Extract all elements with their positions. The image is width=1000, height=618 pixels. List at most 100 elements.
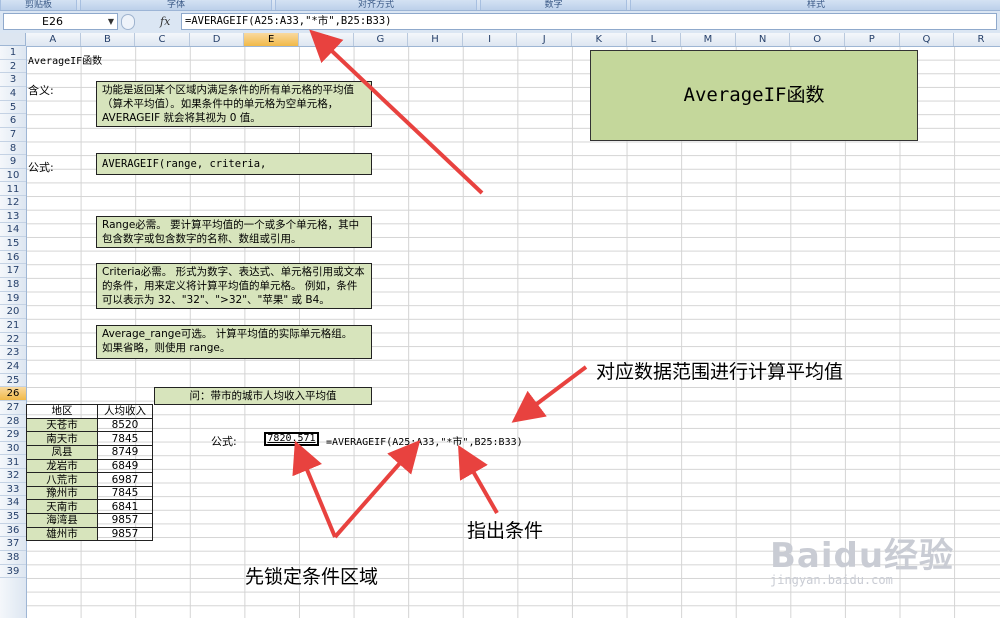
cell-income[interactable]: 7845 [97, 431, 153, 446]
cell-a1-title[interactable]: AverageIF函数 [28, 52, 102, 67]
row-header-8[interactable]: 8 [0, 142, 26, 156]
row-header-25[interactable]: 25 [0, 374, 26, 388]
row-header-15[interactable]: 15 [0, 237, 26, 251]
column-header-m[interactable]: M [681, 33, 736, 46]
row-header-18[interactable]: 18 [0, 278, 26, 292]
formula-label-e26[interactable]: 公式: [211, 433, 237, 449]
row-header-24[interactable]: 24 [0, 360, 26, 374]
cell-income[interactable]: 6849 [97, 458, 153, 474]
cell-region[interactable]: 龙岩市 [26, 458, 98, 474]
column-header-g[interactable]: G [354, 33, 409, 46]
row-header-37[interactable]: 37 [0, 537, 26, 552]
ribbon-group-number[interactable]: 数字 [480, 0, 627, 10]
column-header-r[interactable]: R [954, 33, 1000, 46]
row-header-30[interactable]: 30 [0, 442, 26, 456]
row-header-3[interactable]: 3 [0, 73, 26, 87]
cell-region[interactable]: 雄州市 [26, 526, 98, 542]
row-header-14[interactable]: 14 [0, 223, 26, 238]
column-header-h[interactable]: H [408, 33, 463, 46]
row-header-17[interactable]: 17 [0, 264, 26, 279]
formula-text-cell[interactable]: =AVERAGEIF(A25:A33,"*市",B25:B33) [326, 433, 523, 448]
row-header-10[interactable]: 10 [0, 169, 26, 183]
row-header-39[interactable]: 39 [0, 565, 26, 579]
column-header-c[interactable]: C [135, 33, 190, 46]
name-box[interactable]: E26 ▼ [3, 13, 118, 30]
row-header-20[interactable]: 20 [0, 305, 26, 319]
note-range[interactable]: Range必需。 要计算平均值的一个或多个单元格，其中包含数字或包含数字的名称、… [96, 216, 372, 248]
row-header-5[interactable]: 5 [0, 101, 26, 115]
column-header-p[interactable]: P [845, 33, 900, 46]
cell-income[interactable]: 9857 [97, 526, 153, 542]
row-header-38[interactable]: 38 [0, 551, 26, 565]
chevron-down-icon[interactable]: ▼ [108, 14, 114, 29]
row-header-2[interactable]: 2 [0, 60, 26, 74]
question-box[interactable]: 问：带市的城市人均收入平均值 [154, 387, 372, 405]
row-header-36[interactable]: 36 [0, 524, 26, 538]
title-box[interactable]: AverageIF函数 [590, 50, 918, 141]
column-header-e[interactable]: E [244, 33, 299, 46]
ribbon-group-font[interactable]: 字体 [80, 0, 272, 10]
column-header-a[interactable]: A [26, 33, 81, 46]
row-header-27[interactable]: 27 [0, 401, 26, 415]
column-header-k[interactable]: K [572, 33, 627, 46]
row-header-22[interactable]: 22 [0, 333, 26, 347]
row-header-29[interactable]: 29 [0, 428, 26, 442]
row-header-32[interactable]: 32 [0, 469, 26, 483]
row-header-21[interactable]: 21 [0, 319, 26, 333]
cell-income[interactable]: 6987 [97, 472, 153, 487]
cell-income[interactable]: 8749 [97, 444, 153, 460]
note-average-range[interactable]: Average_range可选。 计算平均值的实际单元格组。 如果省略，则使用 … [96, 325, 372, 359]
row-header-35[interactable]: 35 [0, 510, 26, 524]
row-header-7[interactable]: 7 [0, 128, 26, 142]
column-header-income[interactable]: 人均收入 [97, 404, 153, 419]
cell-region[interactable]: 天南市 [26, 499, 98, 515]
cell-region[interactable]: 海湾县 [26, 513, 98, 528]
column-header-b[interactable]: B [81, 33, 136, 46]
row-header-13[interactable]: 13 [0, 210, 26, 224]
cell-income[interactable]: 6841 [97, 499, 153, 515]
row-header-9[interactable]: 9 [0, 155, 26, 169]
row-header-31[interactable]: 31 [0, 456, 26, 470]
cell-region[interactable]: 凤县 [26, 444, 98, 460]
row-header-19[interactable]: 19 [0, 292, 26, 306]
row-header-6[interactable]: 6 [0, 114, 26, 128]
row-header-16[interactable]: 16 [0, 251, 26, 265]
row-header-11[interactable]: 11 [0, 183, 26, 197]
cell-income[interactable]: 7845 [97, 485, 153, 501]
row-header-1[interactable]: 1 [0, 46, 26, 60]
cell-region[interactable]: 天苍市 [26, 417, 98, 433]
ribbon-group-clipboard[interactable]: 剪贴板 [0, 0, 77, 10]
column-header-o[interactable]: O [790, 33, 845, 46]
formula-input[interactable]: =AVERAGEIF(A25:A33,"*市",B25:B33) [181, 13, 997, 30]
column-header-l[interactable]: L [627, 33, 682, 46]
row-header-28[interactable]: 28 [0, 415, 26, 429]
column-header-j[interactable]: J [517, 33, 572, 46]
row-header-33[interactable]: 33 [0, 483, 26, 497]
note-syntax[interactable]: AVERAGEIF(range, criteria, [average_rang… [96, 153, 372, 175]
result-cell-e26[interactable]: 7820.571 [264, 432, 319, 446]
row-header-12[interactable]: 12 [0, 196, 26, 210]
select-all-corner[interactable] [0, 33, 26, 46]
cell-income[interactable]: 9857 [97, 513, 153, 528]
row-header-34[interactable]: 34 [0, 496, 26, 511]
column-header-n[interactable]: N [736, 33, 791, 46]
cell-a3-meaning-label[interactable]: 含义: [28, 82, 54, 98]
cell-region[interactable]: 豫州市 [26, 485, 98, 501]
cell-region[interactable]: 八荒市 [26, 472, 98, 487]
ribbon-group-styles[interactable]: 样式 [630, 0, 1000, 10]
column-header-region[interactable]: 地区 [26, 404, 98, 419]
column-header-i[interactable]: I [463, 33, 518, 46]
column-header-d[interactable]: D [190, 33, 245, 46]
cell-region[interactable]: 南天市 [26, 431, 98, 446]
formula-bar-resize-handle[interactable] [121, 14, 135, 30]
cell-income[interactable]: 8520 [97, 417, 153, 433]
row-header-4[interactable]: 4 [0, 87, 26, 101]
row-header-26[interactable]: 26 [0, 387, 26, 401]
column-header-q[interactable]: Q [900, 33, 955, 46]
note-meaning[interactable]: 功能是返回某个区域内满足条件的所有单元格的平均值（算术平均值）。如果条件中的单元… [96, 81, 372, 127]
column-header-f[interactable]: F [299, 33, 354, 46]
cell-a8-formula-label[interactable]: 公式: [28, 159, 54, 175]
ribbon-group-alignment[interactable]: 对齐方式 [275, 0, 477, 10]
note-criteria[interactable]: Criteria必需。 形式为数字、表达式、单元格引用或文本的条件，用来定义将计… [96, 263, 372, 309]
insert-function-icon[interactable]: fx [160, 14, 177, 29]
